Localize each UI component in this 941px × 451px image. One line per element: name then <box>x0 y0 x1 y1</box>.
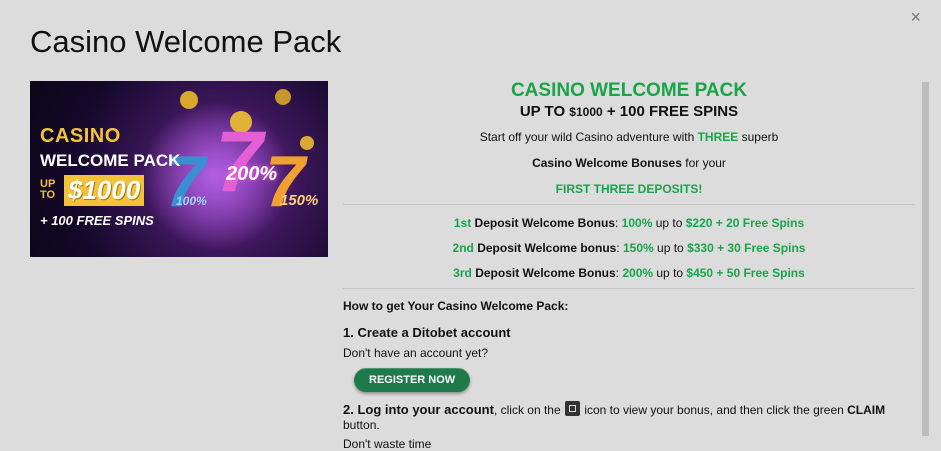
step-1: 1. Create a Ditobet account <box>343 325 915 340</box>
register-row: REGISTER NOW <box>343 360 915 392</box>
divider <box>343 204 915 205</box>
sub-suffix: + 100 FREE SPINS <box>602 103 739 120</box>
modal-title: Casino Welcome Pack <box>30 24 342 59</box>
step2-text-b: icon to view your bonus, and then click … <box>580 403 848 417</box>
close-icon[interactable]: × <box>910 8 921 26</box>
banner-line-casino: CASINO <box>40 125 121 147</box>
deposit-amount: $450 + 50 Free Spins <box>686 266 805 280</box>
deposit-sep: : <box>615 216 622 230</box>
step2-title: 2. Log into your account <box>343 402 494 417</box>
scrollbar[interactable] <box>922 82 929 436</box>
coin-icon <box>180 91 198 109</box>
intro2-bold: Casino Welcome Bonuses <box>532 156 682 170</box>
deposit-label: Deposit Welcome Bonus <box>471 266 616 280</box>
intro2-rest: for your <box>681 156 726 170</box>
step2-claim: CLAIM <box>847 403 886 417</box>
intro-text: Start off your wild Casino adventure wit… <box>479 130 698 144</box>
deposit-sep: : <box>616 241 623 255</box>
intro-three: THREE <box>697 130 739 144</box>
deposit-bonus-2: 2nd Deposit Welcome bonus: 150% up to $3… <box>343 241 915 255</box>
intro-text-end: superb <box>738 130 779 144</box>
banner-pct-left: 100% <box>176 194 207 208</box>
deposit-bonus-1: 1st Deposit Welcome Bonus: 100% up to $2… <box>343 216 915 230</box>
step2-text-a: , click on the <box>493 403 564 417</box>
banner-pct-right: 150% <box>280 192 319 209</box>
banner-pct-center: 200% <box>226 163 278 185</box>
offer-heading: CASINO WELCOME PACK <box>510 80 748 101</box>
welcome-pack-modal: × Casino Welcome Pack 7 7 7 100% 200% 15… <box>0 0 941 451</box>
sub-amount: $1000 <box>569 105 603 119</box>
howto-heading: How to get Your Casino Welcome Pack: <box>343 299 569 313</box>
step2-note: Don't waste time <box>343 437 432 451</box>
divider <box>343 288 915 289</box>
intro-line-3: FIRST THREE DEPOSITS! <box>343 182 915 196</box>
step1-title: 1. Create a Ditobet account <box>343 325 511 340</box>
seven-symbol-center: 7 <box>215 114 263 210</box>
deposit-pct: 150% <box>623 241 654 255</box>
deposit-pct: 100% <box>621 216 653 230</box>
promo-banner-image: 7 7 7 100% 200% 150% CASINO WELCOME PACK… <box>30 81 328 257</box>
intro-line-1: Start off your wild Casino adventure wit… <box>343 130 915 144</box>
deposit-mid: up to <box>652 216 686 230</box>
deposit-bonus-3: 3rd Deposit Welcome Bonus: 200% up to $4… <box>343 266 915 280</box>
deposit-ord: 2nd <box>452 241 474 255</box>
deposit-ord: 1st <box>453 216 472 230</box>
step-2: 2. Log into your account, click on the i… <box>343 401 915 432</box>
intro-line-2: Casino Welcome Bonuses for your <box>343 156 915 170</box>
gift-icon <box>564 401 580 416</box>
banner-amount: $1000 <box>64 175 145 206</box>
offer-details: CASINO WELCOME PACK UP TO $1000 + 100 FR… <box>343 78 915 451</box>
deposit-mid: up to <box>653 241 688 255</box>
deposit-amount: $220 + 20 Free Spins <box>685 216 805 230</box>
step2-text-c: button. <box>343 418 380 432</box>
banner-spins: + 100 FREE SPINS <box>40 213 154 228</box>
scrollbar-thumb[interactable] <box>922 82 929 436</box>
sub-prefix: UP TO <box>519 103 570 120</box>
register-now-button[interactable]: REGISTER NOW <box>354 368 471 392</box>
coin-icon <box>275 89 291 105</box>
deposit-label: Deposit Welcome bonus <box>473 241 617 255</box>
banner-upto: UP TO <box>40 178 56 201</box>
banner-line-welcome: WELCOME PACK <box>40 151 181 170</box>
deposit-mid: up to <box>653 266 687 280</box>
intro3-text: FIRST THREE DEPOSITS <box>555 182 699 196</box>
step1-note: Don't have an account yet? <box>343 346 489 360</box>
deposit-label: Deposit Welcome Bonus <box>471 216 615 230</box>
deposit-pct: 200% <box>622 266 654 280</box>
offer-subheading: UP TO $1000 + 100 FREE SPINS <box>343 103 915 120</box>
deposit-ord: 3rd <box>453 266 472 280</box>
intro3-end: ! <box>698 182 703 196</box>
deposit-amount: $330 + 30 Free Spins <box>687 241 806 255</box>
